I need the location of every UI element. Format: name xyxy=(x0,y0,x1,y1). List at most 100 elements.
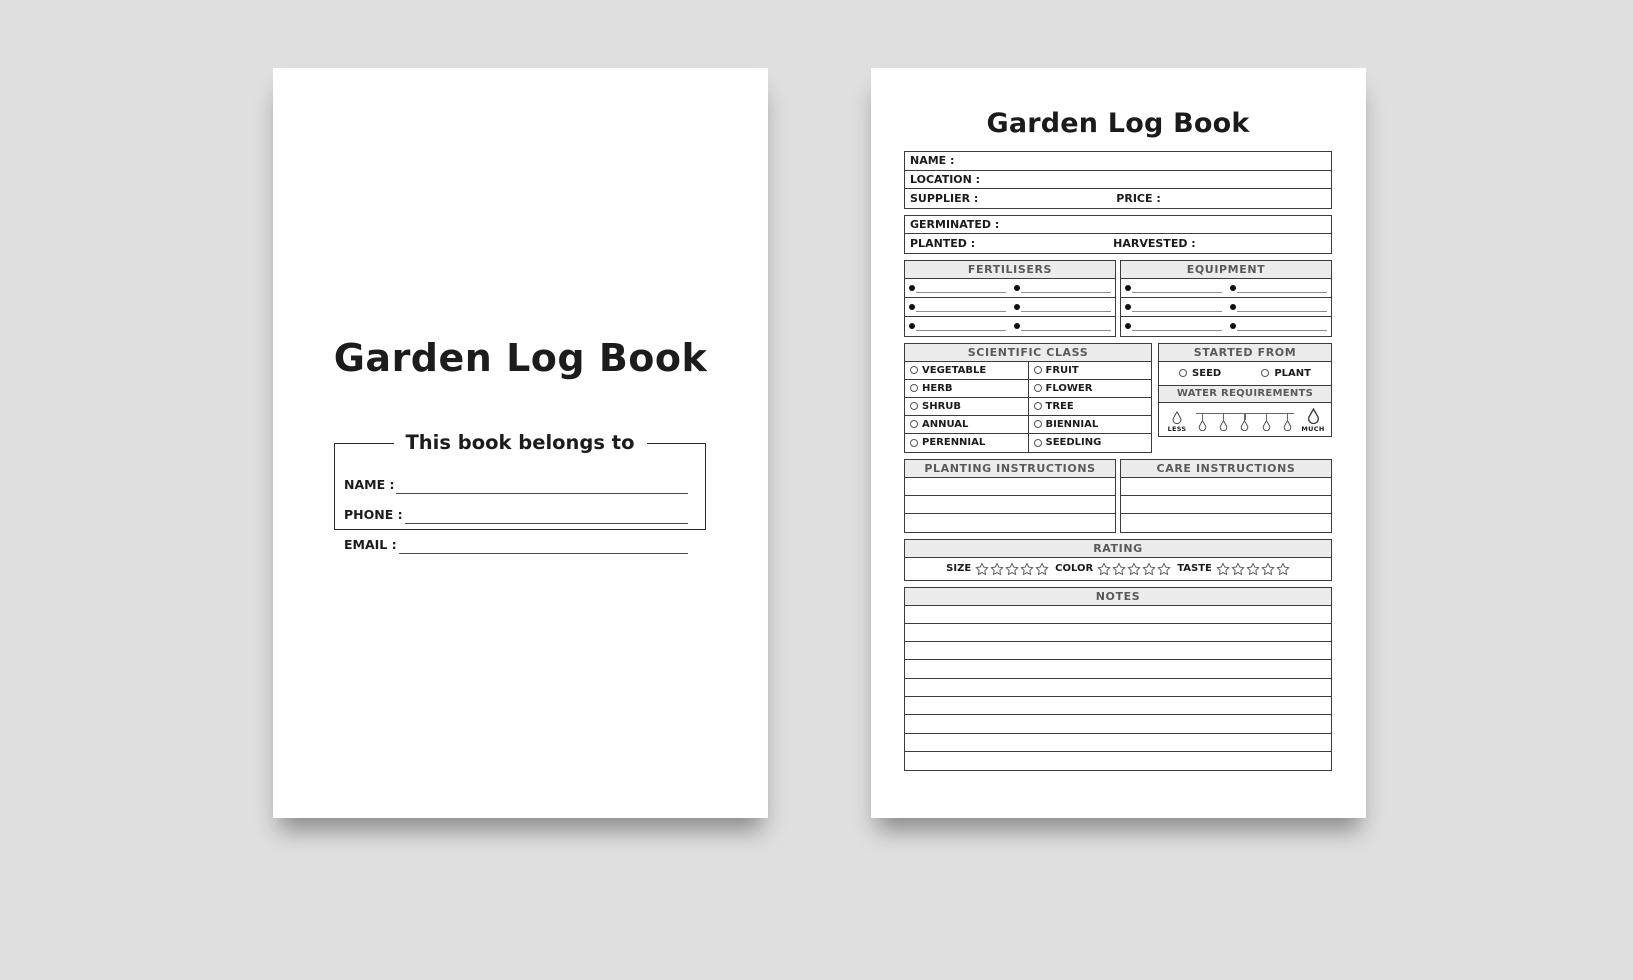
rating-taste-stars[interactable] xyxy=(1216,561,1290,576)
option-plant[interactable]: PLANT xyxy=(1261,368,1311,379)
notes-line[interactable] xyxy=(905,715,1331,734)
star-icon[interactable] xyxy=(1276,561,1290,576)
planting-instructions-line[interactable] xyxy=(905,514,1115,532)
star-icon[interactable] xyxy=(1005,561,1019,576)
fertiliser-row[interactable] xyxy=(905,279,1115,298)
fertiliser-row[interactable] xyxy=(905,317,1115,336)
fertiliser-entry[interactable] xyxy=(1010,302,1115,312)
star-icon[interactable] xyxy=(1216,561,1230,576)
care-instructions-line[interactable] xyxy=(1121,514,1331,532)
option-biennial[interactable]: BIENNIAL xyxy=(1029,416,1152,433)
equipment-entry[interactable] xyxy=(1226,302,1331,312)
equipment-entry[interactable] xyxy=(1121,302,1226,312)
field-supplier-price[interactable]: SUPPLIER : PRICE : xyxy=(905,189,1331,208)
rating-color-stars[interactable] xyxy=(1097,561,1171,576)
planting-instructions-line[interactable] xyxy=(905,496,1115,514)
star-icon[interactable] xyxy=(1142,561,1156,576)
field-location[interactable]: LOCATION : xyxy=(905,171,1331,189)
star-icon[interactable] xyxy=(1231,561,1245,576)
star-icon[interactable] xyxy=(990,561,1004,576)
write-line[interactable] xyxy=(1132,321,1222,331)
option-seed[interactable]: SEED xyxy=(1179,368,1221,379)
radio-icon[interactable] xyxy=(1033,402,1042,410)
option-herb[interactable]: HERB xyxy=(905,379,1029,397)
radio-icon[interactable] xyxy=(910,366,918,374)
radio-icon[interactable] xyxy=(1033,366,1042,374)
planting-instructions-line[interactable] xyxy=(905,478,1115,496)
star-icon[interactable] xyxy=(1112,561,1126,576)
radio-icon[interactable] xyxy=(910,384,918,392)
notes-line[interactable] xyxy=(905,734,1331,752)
write-line[interactable] xyxy=(916,321,1006,331)
write-line[interactable] xyxy=(1237,283,1327,293)
write-line[interactable] xyxy=(1237,321,1327,331)
notes-line[interactable] xyxy=(905,679,1331,697)
radio-icon[interactable] xyxy=(1179,369,1188,377)
option-perennial[interactable]: PERENNIAL xyxy=(905,433,1029,452)
care-instructions-line[interactable] xyxy=(1121,496,1331,514)
rating-size-stars[interactable] xyxy=(975,561,1049,576)
radio-icon[interactable] xyxy=(910,438,918,447)
notes-line[interactable] xyxy=(905,660,1331,679)
equipment-row[interactable] xyxy=(1121,317,1331,336)
water-step[interactable] xyxy=(1198,412,1207,431)
star-icon[interactable] xyxy=(1020,561,1034,576)
cover-field-email-input[interactable] xyxy=(398,539,688,554)
cover-field-phone[interactable]: PHONE : xyxy=(344,494,688,524)
notes-line[interactable] xyxy=(905,752,1331,770)
star-icon[interactable] xyxy=(1127,561,1141,576)
cover-field-name-input[interactable] xyxy=(396,479,688,494)
radio-icon[interactable] xyxy=(1033,384,1042,392)
write-line[interactable] xyxy=(1021,302,1111,312)
equipment-entry[interactable] xyxy=(1226,321,1331,331)
radio-icon[interactable] xyxy=(1261,369,1270,377)
cover-field-email[interactable]: EMAIL : xyxy=(344,524,688,554)
star-icon[interactable] xyxy=(975,561,989,576)
notes-line[interactable] xyxy=(905,606,1331,624)
star-icon[interactable] xyxy=(1035,561,1049,576)
fertiliser-entry[interactable] xyxy=(1010,283,1115,293)
write-line[interactable] xyxy=(916,283,1006,293)
equipment-row[interactable] xyxy=(1121,279,1331,298)
water-step[interactable] xyxy=(1262,412,1271,431)
radio-icon[interactable] xyxy=(910,402,918,410)
notes-line[interactable] xyxy=(905,642,1331,661)
write-line[interactable] xyxy=(1132,283,1222,293)
water-drop-icon[interactable] xyxy=(1219,419,1228,431)
option-seedling[interactable]: SEEDLING xyxy=(1029,434,1152,452)
option-vegetable[interactable]: VEGETABLE xyxy=(905,361,1029,379)
option-flower[interactable]: FLOWER xyxy=(1029,380,1152,397)
water-drop-icon[interactable] xyxy=(1283,419,1292,431)
star-icon[interactable] xyxy=(1157,561,1171,576)
radio-icon[interactable] xyxy=(1033,438,1042,447)
cover-field-name[interactable]: NAME : xyxy=(344,464,688,494)
star-icon[interactable] xyxy=(1097,561,1111,576)
equipment-row[interactable] xyxy=(1121,298,1331,317)
option-fruit[interactable]: FRUIT xyxy=(1029,362,1152,379)
water-drop-icon[interactable] xyxy=(1198,419,1207,431)
option-shrub[interactable]: SHRUB xyxy=(905,397,1029,415)
star-icon[interactable] xyxy=(1261,561,1275,576)
star-icon[interactable] xyxy=(1246,561,1260,576)
field-germinated[interactable]: GERMINATED : xyxy=(905,216,1331,234)
fertiliser-entry[interactable] xyxy=(905,321,1010,331)
write-line[interactable] xyxy=(916,302,1006,312)
cover-field-phone-input[interactable] xyxy=(404,509,688,524)
equipment-entry[interactable] xyxy=(1121,283,1226,293)
fertiliser-entry[interactable] xyxy=(1010,321,1115,331)
water-scale-track[interactable] xyxy=(1192,409,1298,433)
notes-line[interactable] xyxy=(905,697,1331,716)
notes-line[interactable] xyxy=(905,624,1331,643)
water-step[interactable] xyxy=(1219,412,1228,431)
fertiliser-entry[interactable] xyxy=(905,283,1010,293)
equipment-entry[interactable] xyxy=(1226,283,1331,293)
option-annual[interactable]: ANNUAL xyxy=(905,415,1029,433)
field-planted-harvested[interactable]: PLANTED : HARVESTED : xyxy=(905,234,1331,253)
write-line[interactable] xyxy=(1132,302,1222,312)
care-instructions-line[interactable] xyxy=(1121,478,1331,496)
option-tree[interactable]: TREE xyxy=(1029,398,1152,415)
water-step[interactable] xyxy=(1283,412,1292,431)
field-name[interactable]: NAME : xyxy=(905,152,1331,171)
radio-icon[interactable] xyxy=(910,420,918,428)
write-line[interactable] xyxy=(1021,283,1111,293)
